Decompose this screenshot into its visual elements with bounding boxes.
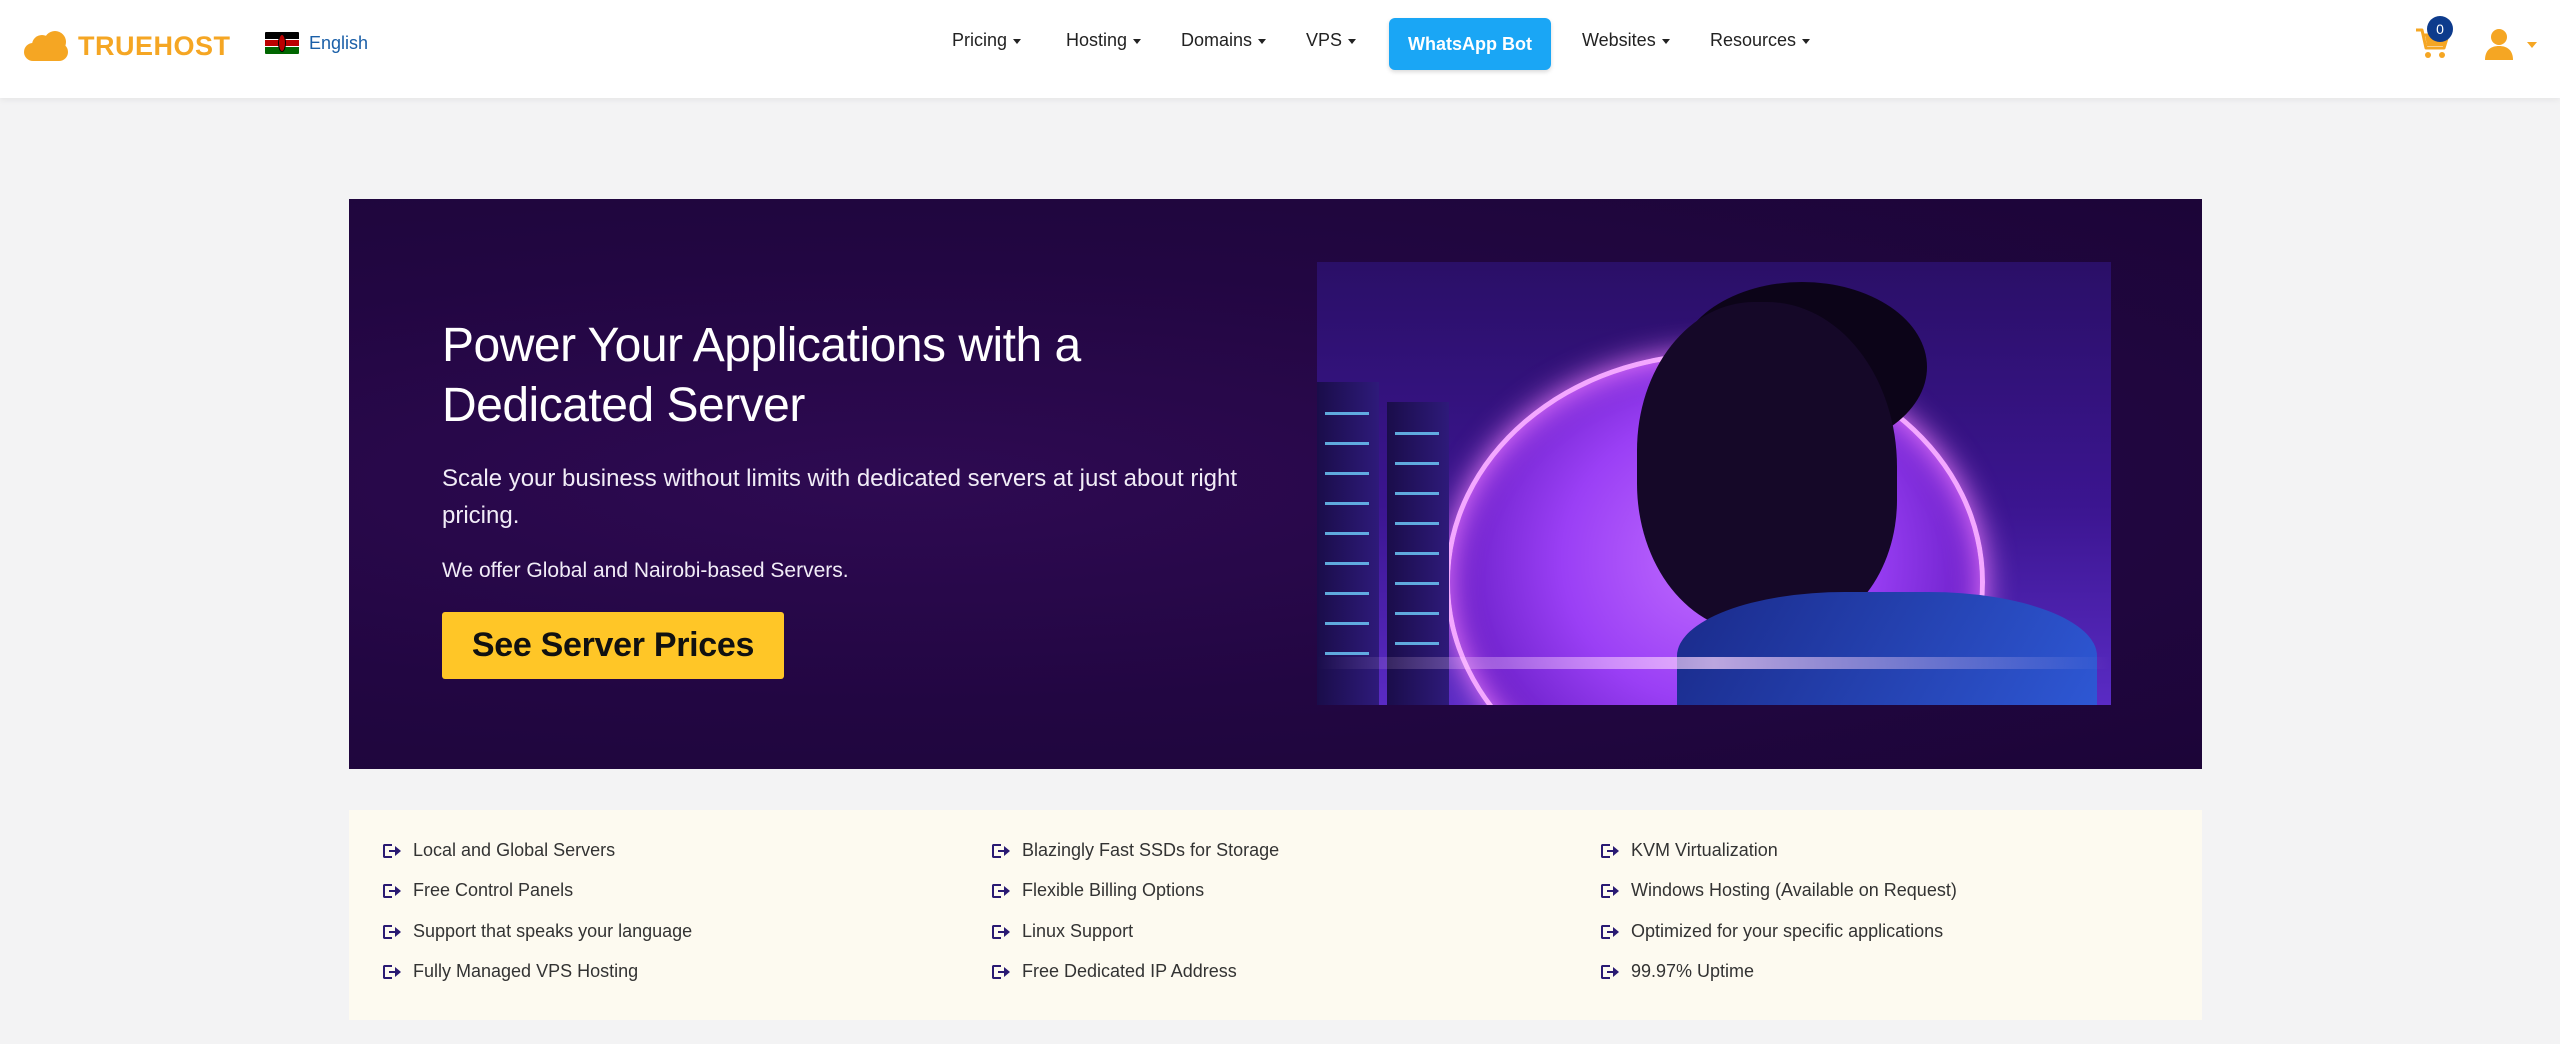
sign-in-arrow-icon	[1601, 843, 1619, 859]
feature-label: Support that speaks your language	[413, 921, 693, 941]
feature-label: Blazingly Fast SSDs for Storage	[1022, 840, 1280, 860]
feature-label: Local and Global Servers	[413, 840, 616, 860]
logo-text: TRUEHOST	[78, 30, 231, 61]
account-caret-icon[interactable]	[2527, 42, 2537, 48]
sign-in-arrow-icon	[992, 964, 1010, 980]
nav-hosting-label: Hosting	[1066, 30, 1128, 50]
feature-item: Windows Hosting (Available on Request)	[1601, 880, 1957, 901]
feature-label: KVM Virtualization	[1631, 840, 1778, 860]
kenya-flag-icon	[265, 32, 299, 54]
cloud-icon	[24, 31, 70, 61]
nav-resources-label: Resources	[1710, 30, 1797, 50]
caret-down-icon	[1661, 39, 1670, 44]
feature-item: Fully Managed VPS Hosting	[383, 961, 638, 982]
hero-note: We offer Global and Nairobi-based Server…	[442, 559, 849, 582]
nav-domains[interactable]: Domains	[1181, 30, 1267, 51]
cart-count-badge: 0	[2427, 16, 2453, 42]
feature-item: Local and Global Servers	[383, 840, 615, 861]
caret-down-icon	[1133, 39, 1142, 44]
whatsapp-bot-button[interactable]: WhatsApp Bot	[1389, 18, 1551, 70]
feature-item: KVM Virtualization	[1601, 840, 1778, 861]
feature-item: Free Control Panels	[383, 880, 573, 901]
feature-label: Free Dedicated IP Address	[1022, 961, 1237, 981]
nav-websites[interactable]: Websites	[1582, 30, 1670, 51]
hero-subtitle: Scale your business without limits with …	[442, 465, 1238, 529]
feature-label: Windows Hosting (Available on Request)	[1631, 880, 1957, 900]
feature-item: Linux Support	[992, 921, 1133, 942]
language-selector[interactable]: English	[265, 32, 368, 54]
see-server-prices-button[interactable]: See Server Prices	[442, 612, 784, 679]
sign-in-arrow-icon	[1601, 924, 1619, 940]
feature-item: Support that speaks your language	[383, 921, 692, 942]
sign-in-arrow-icon	[1601, 964, 1619, 980]
feature-label: Linux Support	[1022, 921, 1134, 941]
nav-pricing-label: Pricing	[952, 30, 1008, 50]
nav-vps-label: VPS	[1306, 30, 1343, 50]
sign-in-arrow-icon	[1601, 883, 1619, 899]
feature-item: Flexible Billing Options	[992, 880, 1204, 901]
truehost-logo[interactable]: TRUEHOST	[24, 26, 231, 66]
sign-in-arrow-icon	[992, 883, 1010, 899]
feature-item: 99.97% Uptime	[1601, 961, 1754, 982]
sign-in-arrow-icon	[383, 924, 401, 940]
feature-label: Flexible Billing Options	[1022, 880, 1205, 900]
sign-in-arrow-icon	[992, 843, 1010, 859]
feature-label: Free Control Panels	[413, 880, 574, 900]
feature-label: Optimized for your specific applications	[1631, 921, 1944, 941]
features-panel: Local and Global Servers Free Control Pa…	[349, 810, 2202, 1020]
feature-label: 99.97% Uptime	[1631, 961, 1755, 981]
feature-item: Blazingly Fast SSDs for Storage	[992, 840, 1279, 861]
sign-in-arrow-icon	[383, 883, 401, 899]
hero-illustration	[1317, 262, 2111, 705]
nav-hosting[interactable]: Hosting	[1066, 30, 1142, 51]
user-account-icon[interactable]	[2484, 28, 2514, 60]
nav-websites-label: Websites	[1582, 30, 1656, 50]
nav-domains-label: Domains	[1181, 30, 1253, 50]
sign-in-arrow-icon	[383, 843, 401, 859]
caret-down-icon	[1013, 39, 1022, 44]
sign-in-arrow-icon	[383, 964, 401, 980]
language-label: English	[309, 32, 369, 53]
nav-vps[interactable]: VPS	[1306, 30, 1357, 51]
nav-resources[interactable]: Resources	[1710, 30, 1811, 51]
hero-banner: Power Your Applications with a Dedicated…	[349, 199, 2202, 769]
hero-title: Power Your Applications with a Dedicated…	[442, 319, 1081, 432]
feature-item: Free Dedicated IP Address	[992, 961, 1237, 982]
sign-in-arrow-icon	[992, 924, 1010, 940]
feature-item: Optimized for your specific applications	[1601, 921, 1943, 942]
nav-pricing[interactable]: Pricing	[952, 30, 1022, 51]
caret-down-icon	[1802, 39, 1811, 44]
caret-down-icon	[1258, 39, 1267, 44]
feature-label: Fully Managed VPS Hosting	[413, 961, 639, 981]
site-header: TRUEHOST English Pricing Hosting Domains…	[0, 0, 2560, 98]
caret-down-icon	[1348, 39, 1357, 44]
